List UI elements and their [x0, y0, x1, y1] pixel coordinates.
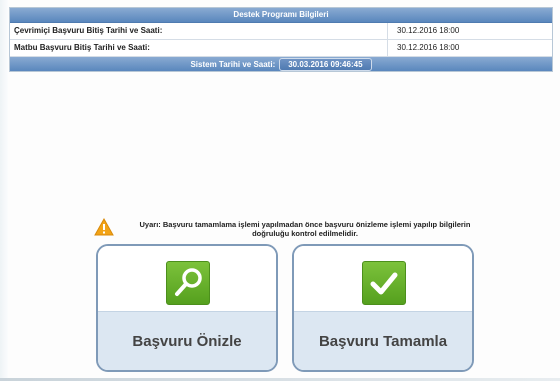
- page-frame: Destek Programı Bilgileri Çevrimiçi Başv…: [0, 0, 560, 381]
- complete-button-top: [294, 246, 472, 313]
- complete-button-bottom: Başvuru Tamamla: [294, 311, 472, 370]
- warning-message: Uyarı: Başvuru tamamlama işlemi yapılmad…: [94, 218, 489, 242]
- warning-triangle-icon: [94, 218, 114, 236]
- print-deadline-label: Matbu Başvuru Bitiş Tarihi ve Saati:: [10, 40, 388, 56]
- complete-button-label: Başvuru Tamamla: [318, 332, 448, 350]
- preview-button-bottom: Başvuru Önizle: [98, 311, 276, 370]
- magnifier-icon: [166, 261, 210, 305]
- print-deadline-value: 30.12.2016 18:00: [397, 43, 460, 52]
- program-info-title: Destek Programı Bilgileri: [10, 8, 552, 23]
- table-row: Çevrimiçi Başvuru Bitiş Tarihi ve Saati:…: [10, 23, 552, 40]
- online-deadline-label: Çevrimiçi Başvuru Bitiş Tarihi ve Saati:: [10, 23, 388, 39]
- preview-application-button[interactable]: Başvuru Önizle: [96, 244, 278, 372]
- online-deadline-value: 30.12.2016 18:00: [397, 26, 460, 35]
- system-time-label: Sistem Tarihi ve Saati:: [190, 59, 276, 69]
- preview-button-top: [98, 246, 276, 313]
- complete-application-button[interactable]: Başvuru Tamamla: [292, 244, 474, 372]
- checkmark-icon: [362, 261, 406, 305]
- system-time-value: 30.03.2016 09:46:45: [279, 57, 372, 71]
- warning-text: Uyarı: Başvuru tamamlama işlemi yapılmad…: [139, 220, 471, 238]
- program-info-table: Destek Programı Bilgileri Çevrimiçi Başv…: [9, 7, 553, 72]
- preview-button-label: Başvuru Önizle: [132, 332, 242, 350]
- table-row: Matbu Başvuru Bitiş Tarihi ve Saati: 30.…: [10, 40, 552, 57]
- system-time-bar: Sistem Tarihi ve Saati: 30.03.2016 09:46…: [10, 57, 552, 71]
